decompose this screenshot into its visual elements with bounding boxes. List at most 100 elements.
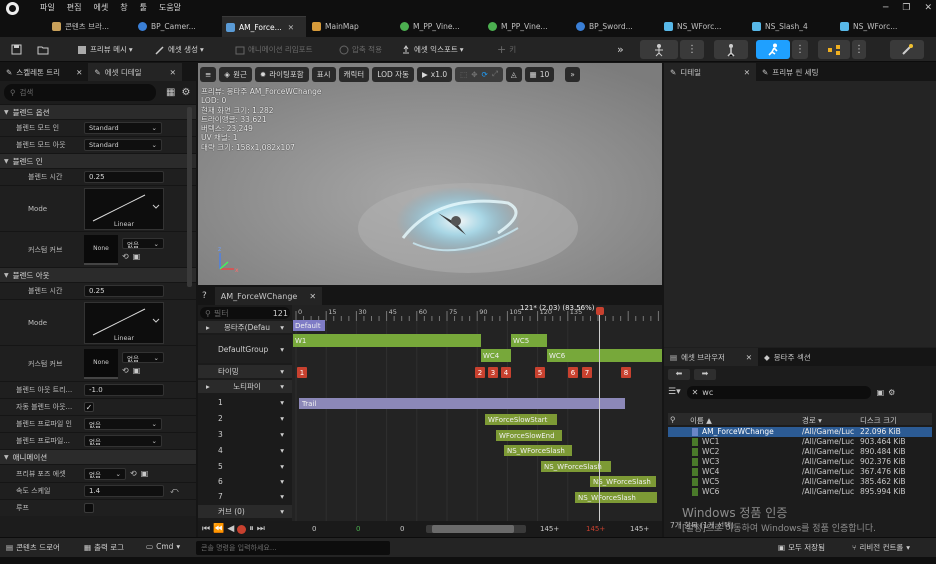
browse-button[interactable] — [34, 41, 55, 58]
chevron-down-icon[interactable]: ▾ — [280, 382, 284, 391]
tab-preview-scene-settings[interactable]: ✎ 프리뷰 씬 세팅 — [756, 63, 824, 81]
browse-folder-icon[interactable]: ▣ — [141, 469, 149, 478]
menu-window[interactable]: 창 — [120, 0, 127, 16]
perspective-button[interactable]: ◈ 원근 — [219, 66, 252, 82]
save-all-button[interactable]: ▣ 모두 저장됨 — [778, 542, 825, 553]
blueprint-mode-menu-button[interactable]: ⋮ — [852, 40, 866, 59]
asset-row-wc3[interactable]: WC3 /All/Game/Luc 902.376 KiB — [668, 457, 932, 467]
timing-marker-3[interactable]: 3 — [488, 367, 498, 378]
filter-icon[interactable]: ☰▾ — [668, 387, 681, 397]
skeleton-mode-button[interactable] — [640, 40, 678, 59]
notify-wforce-slow-start[interactable]: WForceSlowStart — [485, 414, 557, 425]
back-arrow-icon[interactable]: ⬅ — [668, 369, 690, 380]
asset-row-wc4[interactable]: WC4 /All/Game/Luc 367.476 KiB — [668, 467, 932, 477]
col-path[interactable]: 경로 ▾ — [802, 415, 822, 426]
notify-track-3[interactable]: 3 ▾ — [198, 427, 292, 442]
reimport-anim-button[interactable]: 애니메이션 리임포트 — [232, 41, 315, 58]
table-view-icon[interactable]: ▦ — [166, 87, 175, 98]
minimize-button[interactable]: ─ — [883, 3, 888, 13]
notify-track-2[interactable]: 2 ▾ — [198, 411, 292, 426]
surface-snap-button[interactable]: ◬ — [505, 66, 522, 82]
section-blend-out[interactable]: ▼ 블렌드 아웃 — [0, 267, 196, 282]
physics-mode-button[interactable] — [890, 40, 924, 59]
notify-trail[interactable]: Trail — [299, 398, 625, 409]
notify-ns-wforce-slash-1[interactable]: NS_WForceSlash — [504, 445, 572, 456]
view-end[interactable]: 145+ — [540, 525, 559, 533]
preview-pose-dropdown[interactable]: 없음 ⌄ — [84, 467, 126, 480]
tab-bp-sword[interactable]: BP_Sword... — [572, 16, 658, 37]
timeline-ruler[interactable]: 0 15 30 45 60 75 90 105 120 135 — [292, 305, 662, 321]
segment-w1[interactable]: W1 — [293, 334, 481, 347]
reset-arrow-icon[interactable]: ⤺ — [170, 486, 179, 496]
timeline-scrollbar[interactable] — [426, 525, 526, 533]
viewport-more-button[interactable]: » — [565, 66, 580, 82]
blend-out-curve-dropdown[interactable]: 없음 ⌄ — [122, 352, 164, 363]
tab-bp-camera[interactable]: BP_Camer... — [134, 16, 220, 37]
close-window-button[interactable]: ✕ — [924, 3, 932, 13]
tab-mainmap[interactable]: MainMap — [308, 16, 394, 37]
lod-button[interactable]: LOD 자동 — [372, 66, 414, 82]
timing-marker-5[interactable]: 5 — [535, 367, 545, 378]
chevron-down-icon[interactable]: ▾ — [280, 446, 284, 455]
details-search-input[interactable]: ⚲ 검색 — [4, 84, 156, 101]
maximize-button[interactable]: ❐ — [902, 3, 910, 13]
asset-row-wc1[interactable]: WC1 /All/Game/Luc 903.464 KiB — [668, 437, 932, 447]
chevron-down-icon[interactable]: ▾ — [280, 492, 284, 501]
blend-in-time-field[interactable]: 0.25 — [84, 171, 164, 183]
asset-search-input[interactable]: ✕ wc — [686, 385, 871, 399]
asset-row-wc6[interactable]: WC6 /All/Game/Luc 895.994 KiB — [668, 487, 932, 497]
playhead-handle[interactable] — [596, 307, 604, 315]
section-default[interactable]: Default — [293, 320, 325, 331]
track-curves[interactable]: 커브 (0) ▾ — [198, 505, 292, 518]
timing-marker-8[interactable]: 8 — [621, 367, 631, 378]
tab-details[interactable]: ✎ 디테일 ✕ — [664, 63, 756, 81]
animation-mode-button[interactable] — [756, 40, 790, 59]
grid-snap-button[interactable]: ▦ 10 — [524, 66, 555, 82]
blend-out-time-field[interactable]: 0.25 — [84, 285, 164, 297]
timing-marker-2[interactable]: 2 — [475, 367, 485, 378]
blend-in-curve-picker[interactable]: Linear — [84, 187, 164, 230]
more-toolbar-chevron-icon[interactable]: » — [614, 41, 627, 58]
animation-mode-menu-button[interactable]: ⋮ — [792, 40, 808, 59]
reset-arrow-icon[interactable]: ⟲ — [122, 366, 129, 375]
tab-m-pp-vine-1[interactable]: M_PP_Vine... — [396, 16, 482, 37]
loop-checkbox[interactable] — [84, 503, 94, 513]
reset-arrow-icon[interactable]: ⟲ — [122, 252, 129, 261]
notify-track-4[interactable]: 4 ▾ — [198, 443, 292, 458]
close-tab-icon[interactable]: ✕ — [170, 68, 176, 77]
tab-asset-browser[interactable]: ▤ 에셋 브라우저 ✕ — [664, 348, 758, 366]
section-blend-options[interactable]: ▼ 블렌드 옵션 — [0, 104, 196, 119]
apply-compression-button[interactable]: 압축 적용 — [336, 41, 385, 58]
notify-track-5[interactable]: 5 ▾ — [198, 459, 292, 474]
notify-track-6[interactable]: 6 ▾ — [198, 474, 292, 489]
skip-start-icon[interactable]: ⏮ — [202, 524, 210, 534]
cmd-selector[interactable]: ▭ Cmd ▾ — [146, 542, 180, 551]
save-button[interactable] — [8, 41, 28, 58]
notify-ns-wforce-slash-4[interactable]: NS_WForceSlash — [575, 492, 657, 503]
timeline-filter-input[interactable]: ⚲ 필터 121 — [200, 307, 290, 319]
track-timing[interactable]: 타이밍 ▾ — [198, 365, 292, 378]
track-montage[interactable]: ▸ 몽타주(Defau ▾ — [198, 321, 292, 333]
tab-content-browser[interactable]: 콘텐츠 브라... — [48, 16, 132, 37]
pause-icon[interactable]: ⏸ — [249, 524, 254, 534]
add-key-button[interactable]: + 키 — [494, 41, 519, 58]
timeline-scroll-thumb[interactable] — [432, 525, 514, 533]
revision-control-button[interactable]: ⑂ 리비전 컨트롤 ▾ — [852, 542, 910, 553]
col-name[interactable]: 이름 ▲ — [690, 415, 712, 426]
blueprint-mode-button[interactable] — [818, 40, 850, 59]
col-disk-size[interactable]: 디스크 크기 — [860, 415, 897, 426]
view-start[interactable]: 0 — [400, 525, 404, 533]
browse-folder-icon[interactable]: ▣ — [133, 252, 141, 261]
menu-file[interactable]: 파일 — [40, 0, 55, 16]
notify-ns-wforce-slash-2[interactable]: NS_WForceSlash — [541, 461, 611, 472]
track-default-group[interactable]: DefaultGroup ▾ — [198, 335, 292, 363]
left-panel-scrollbar[interactable] — [187, 107, 192, 287]
step-back-icon[interactable]: ⏪ — [213, 524, 224, 534]
lighting-button[interactable]: ✹ 라이팅포함 — [254, 66, 309, 82]
notify-track-1[interactable]: 1 ▾ — [198, 395, 292, 410]
range-end-marker[interactable]: 145+ — [586, 525, 605, 533]
blend-out-curve-thumbnail[interactable]: None — [84, 348, 118, 379]
notify-track-7[interactable]: 7 ▾ — [198, 489, 292, 504]
menu-edit[interactable]: 편집 — [67, 0, 82, 16]
record-icon[interactable] — [237, 524, 247, 534]
